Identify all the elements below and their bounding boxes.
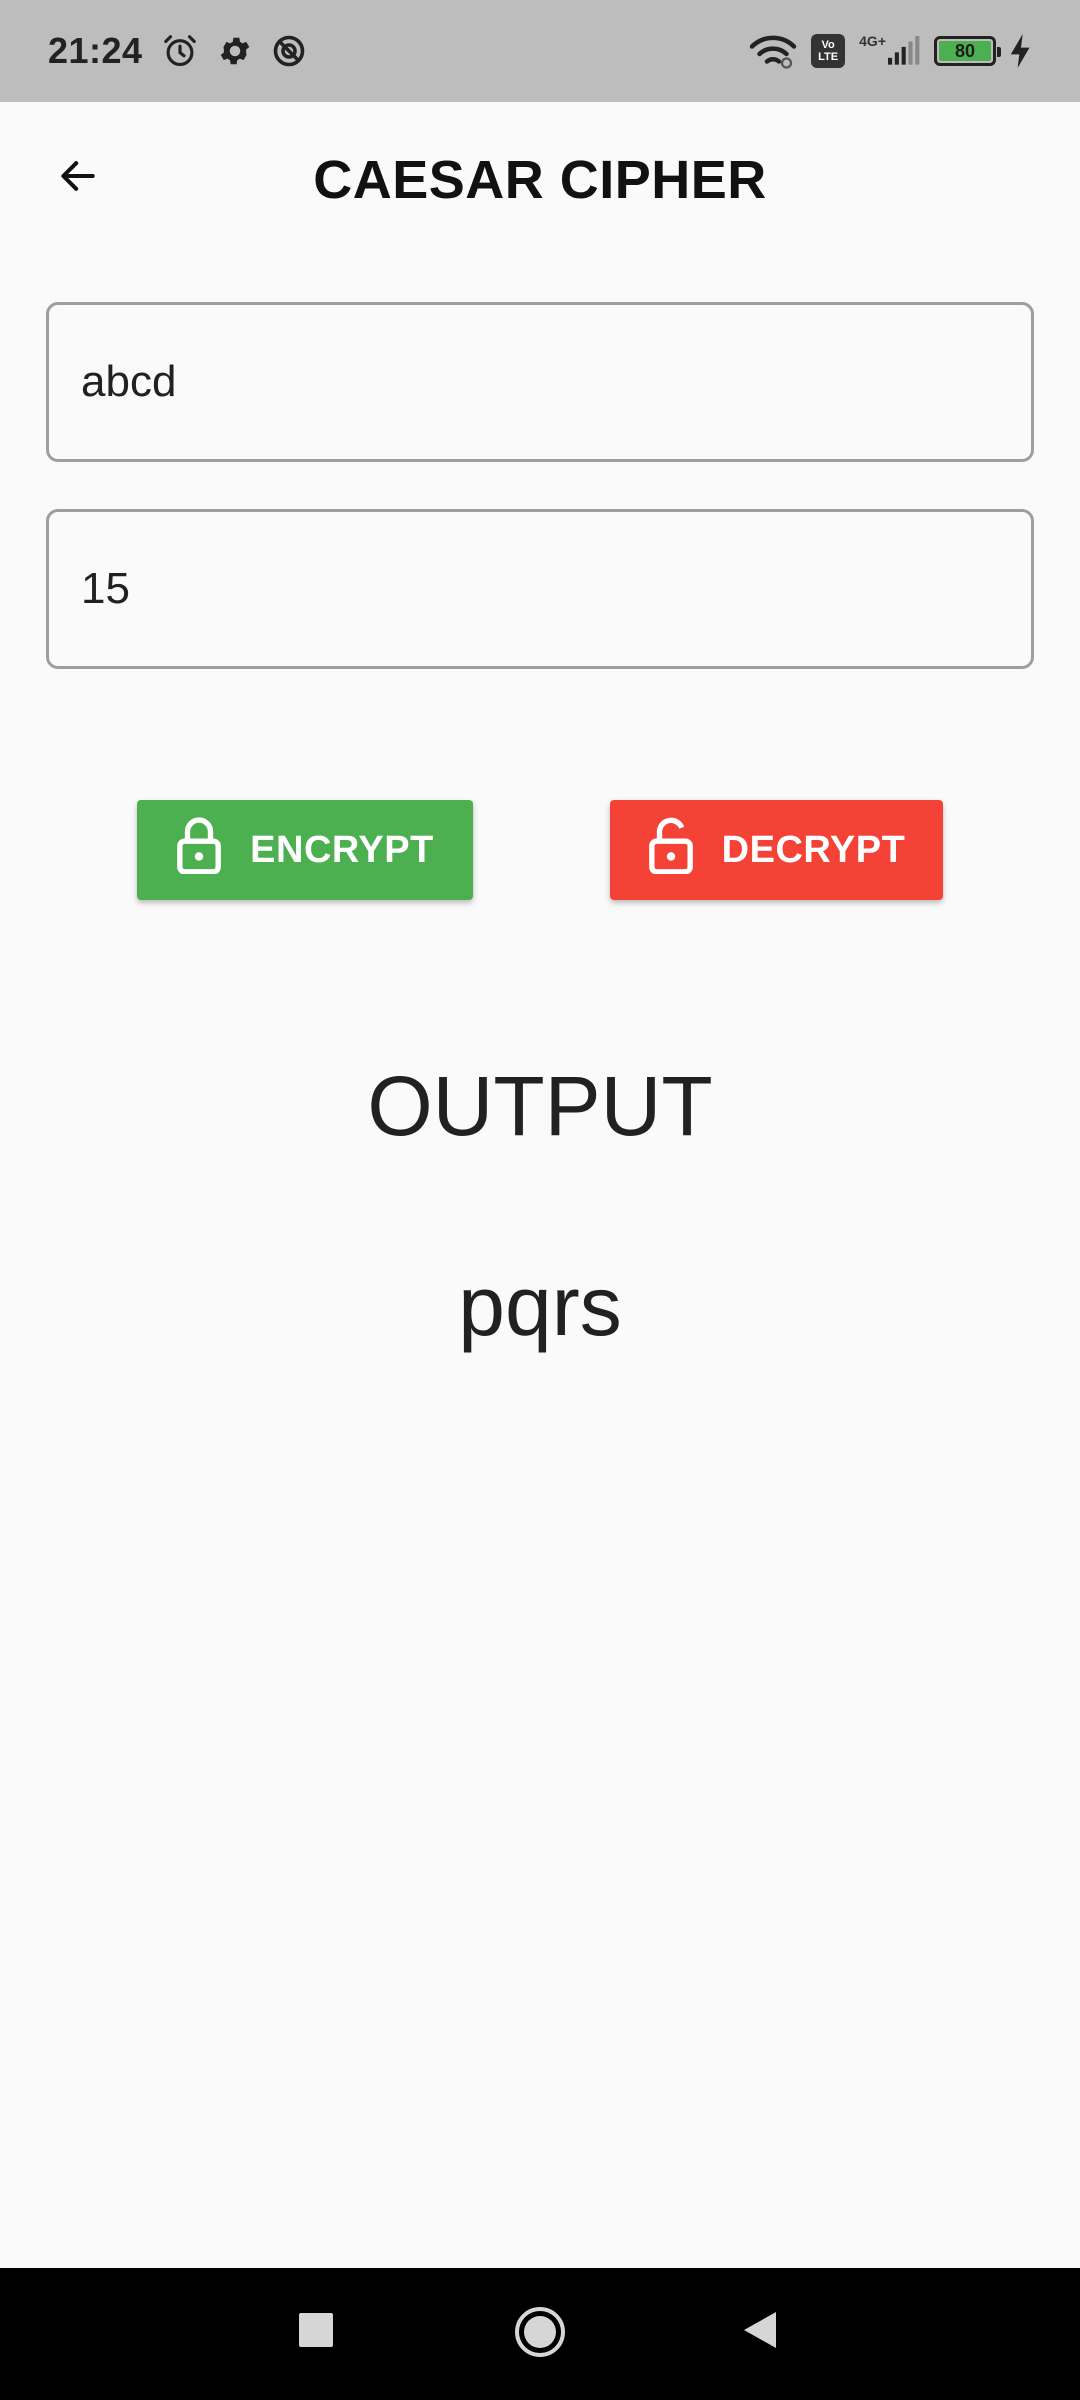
volte-top-label: Vo [821,39,835,51]
home-button[interactable] [512,2306,568,2362]
network-type-label: 4G+ [859,33,886,49]
encrypt-button[interactable]: ENCRYPT [137,800,473,900]
arrow-left-icon [53,154,103,203]
shift-field[interactable] [46,509,1034,669]
back-button[interactable] [46,146,110,210]
status-bar: 21:24 Vo LTE 4G+ 80 [0,0,1080,102]
system-back-button[interactable] [740,2310,780,2354]
settings-gear-icon [217,33,253,69]
wifi-icon [749,33,797,69]
signal-icon: 4G+ [859,33,920,66]
triangle-back-icon [742,2310,778,2355]
volte-bottom-label: LTE [818,51,839,63]
home-circle-icon [514,2306,566,2363]
status-time: 21:24 [48,30,143,71]
charging-bolt-icon [1010,34,1032,68]
output-value: pqrs [458,1259,622,1353]
decrypt-label: DECRYPT [721,828,906,871]
encrypt-label: ENCRYPT [250,828,434,871]
status-right: Vo LTE 4G+ 80 [749,33,1032,69]
status-left: 21:24 [48,30,307,72]
lock-open-icon [648,816,694,884]
plaintext-input[interactable] [81,357,999,407]
plaintext-field[interactable] [46,302,1034,462]
sync-off-icon [271,33,307,69]
app-bar: CAESAR CIPHER [0,102,1080,258]
recents-button[interactable] [296,2312,336,2352]
volte-icon: Vo LTE [811,34,846,68]
battery-icon: 80 [934,36,1001,66]
lock-icon [176,816,222,884]
page-title: CAESAR CIPHER [313,150,767,210]
square-icon [299,2312,333,2352]
navigation-bar [0,2268,1080,2400]
decrypt-button[interactable]: DECRYPT [610,800,943,900]
battery-level: 80 [939,41,991,61]
alarm-icon [161,32,199,70]
output-heading: OUTPUT [367,1059,713,1153]
shift-input[interactable] [81,564,999,614]
